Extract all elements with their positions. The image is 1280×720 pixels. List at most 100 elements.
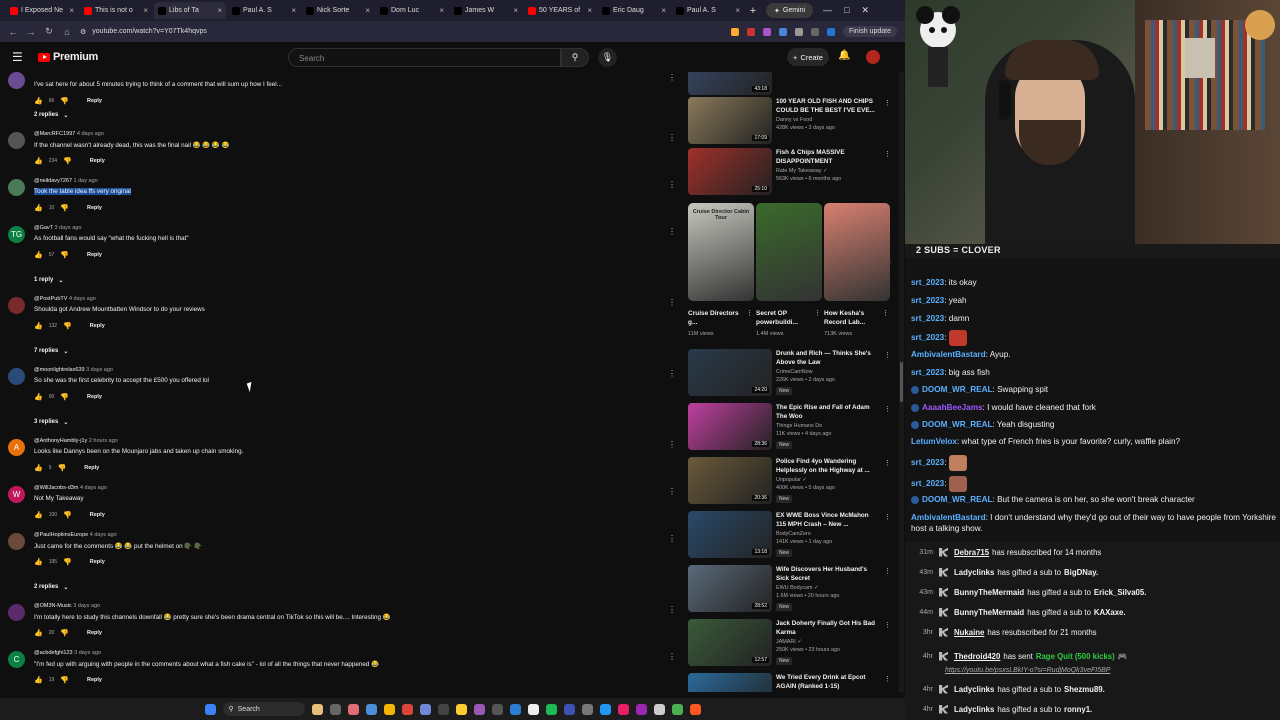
forward-icon[interactable]: → xyxy=(26,27,36,37)
taskbar-app-icon[interactable] xyxy=(311,703,323,715)
close-tab-icon[interactable]: × xyxy=(587,6,592,15)
chat-username[interactable]: AmbivalentBastard xyxy=(911,350,986,359)
comment-author[interactable]: @GavT xyxy=(34,225,53,231)
comment-author[interactable]: @WillJacobs-d3m xyxy=(34,485,78,491)
reply-button[interactable]: Reply xyxy=(90,323,105,329)
dislike-icon[interactable]: 👎 xyxy=(60,629,69,637)
file-explorer-icon[interactable] xyxy=(455,703,467,715)
video-thumbnail[interactable]: 12:57 xyxy=(688,619,772,666)
video-channel[interactable]: CrimeCamNow xyxy=(776,369,813,375)
video-thumbnail[interactable]: 28:52 xyxy=(688,565,772,612)
taskbar-app-icon[interactable] xyxy=(347,703,359,715)
maximize-icon[interactable]: □ xyxy=(844,5,849,16)
event-link[interactable]: https://youtu.be/psxsLBkIY-o?si=RudjMoQk… xyxy=(945,667,1110,674)
chat-username[interactable]: srt_2023 xyxy=(911,296,944,305)
minimize-icon[interactable]: — xyxy=(823,5,832,16)
recommended-video[interactable]: We Tried Every Drink at Epcot AGAIN (Ran… xyxy=(688,673,896,692)
comment-time[interactable]: 3 days ago xyxy=(74,650,101,656)
finish-update-button[interactable]: Finish update xyxy=(842,26,897,37)
chat-username[interactable]: srt_2023 xyxy=(911,368,944,377)
back-icon[interactable]: ← xyxy=(8,27,18,37)
more-options-icon[interactable]: ⋮ xyxy=(668,180,676,189)
comment-time[interactable]: 3 days ago xyxy=(73,603,100,609)
comment-author[interactable]: @AnthonyHambly-j1y xyxy=(34,438,87,444)
extension-icon[interactable] xyxy=(746,27,755,36)
taskbar-app-icon[interactable] xyxy=(509,703,521,715)
event-user[interactable]: BunnyTheMermaid xyxy=(954,608,1024,617)
dislike-icon[interactable]: 👎 xyxy=(60,676,69,684)
video-title[interactable]: Drunk and Rich — Thinks She's Above the … xyxy=(776,349,880,367)
close-tab-icon[interactable]: × xyxy=(661,6,666,15)
event-user[interactable]: Ladyclinks xyxy=(954,568,994,577)
chat-username[interactable]: DOOM_WR_REAL xyxy=(922,495,993,504)
event-user[interactable]: Thedroid420 xyxy=(954,652,1000,661)
recommended-video[interactable]: 28:36 The Epic Rise and Fall of Adam The … xyxy=(688,403,896,455)
recommended-video[interactable]: 12:57 Jack Doherty Finally Got His Bad Ka… xyxy=(688,619,896,671)
close-window-icon[interactable]: ✕ xyxy=(862,5,870,16)
extension-icon[interactable] xyxy=(810,27,819,36)
short-thumbnail[interactable] xyxy=(756,203,822,301)
event-user[interactable]: Debra715 xyxy=(954,548,989,557)
comment-avatar[interactable] xyxy=(8,179,25,196)
reload-icon[interactable]: ↻ xyxy=(44,26,54,37)
comment-author[interactable]: @acbdefghi123 xyxy=(34,650,73,656)
page-scrollbar[interactable] xyxy=(899,72,904,692)
taskbar-app-icon[interactable] xyxy=(437,703,449,715)
reply-button[interactable]: Reply xyxy=(90,512,105,518)
taskbar-app-icon[interactable] xyxy=(617,703,629,715)
short-thumbnail[interactable] xyxy=(824,203,890,301)
more-options-icon[interactable]: ⋮ xyxy=(668,440,676,449)
browser-tab[interactable]: I Exposed Ne × xyxy=(6,2,78,19)
more-options-icon[interactable]: ⋮ xyxy=(884,150,891,158)
video-title[interactable]: Police Find 4yo Wandering Helplessly on … xyxy=(776,457,880,475)
video-thumbnail[interactable]: 20:36 xyxy=(688,457,772,504)
task-view-icon[interactable] xyxy=(329,703,341,715)
more-options-icon[interactable]: ⋮ xyxy=(884,405,891,413)
notifications-bell-icon[interactable]: 🔔 xyxy=(838,50,850,61)
browser-tab[interactable]: Paul A. S × xyxy=(228,2,300,19)
event-user[interactable]: Ladyclinks xyxy=(954,685,994,694)
chat-username[interactable]: srt_2023 xyxy=(911,479,944,488)
more-options-icon[interactable]: ⋮ xyxy=(668,298,676,307)
recommended-video[interactable]: 28:52 Wife Discovers Her Husband's Sick S… xyxy=(688,565,896,617)
comment-avatar[interactable] xyxy=(8,132,25,149)
comment-author[interactable]: @moonlightrelax639 xyxy=(34,367,85,373)
profile-icon[interactable] xyxy=(826,27,835,36)
close-tab-icon[interactable]: × xyxy=(291,6,296,15)
more-options-icon[interactable]: ⋮ xyxy=(884,675,891,683)
dislike-icon[interactable]: 👎 xyxy=(63,157,72,165)
more-options-icon[interactable]: ⋮ xyxy=(668,487,676,496)
comment-avatar[interactable]: W xyxy=(8,486,25,503)
video-thumbnail[interactable] xyxy=(688,673,772,692)
recommended-video[interactable]: 43:1873K views • 2 days agoNew xyxy=(688,72,896,100)
more-options-icon[interactable]: ⋮ xyxy=(668,133,676,142)
chat-username[interactable]: srt_2023 xyxy=(911,314,944,323)
more-options-icon[interactable]: ⋮ xyxy=(884,459,891,467)
extension-icon[interactable] xyxy=(794,27,803,36)
comment-avatar[interactable] xyxy=(8,604,25,621)
comment-author[interactable]: @PostPubTV xyxy=(34,296,67,302)
video-title[interactable]: Fish & Chips MASSIVE DISAPPOINTMENT xyxy=(776,148,880,166)
reply-button[interactable]: Reply xyxy=(87,394,102,400)
video-thumbnail[interactable]: 24:20 xyxy=(688,349,772,396)
chat-username[interactable]: AmbivalentBastard xyxy=(911,513,986,522)
event-recipient[interactable]: ronny1. xyxy=(1064,705,1092,714)
short-title[interactable]: Secret OP powerbuildi... xyxy=(756,309,814,327)
recommended-video[interactable]: 17:09 100 YEAR OLD FISH AND CHIPS COULD B… xyxy=(688,97,896,149)
comment-avatar[interactable] xyxy=(8,533,25,550)
home-icon[interactable]: ⌂ xyxy=(62,27,72,37)
recommended-video[interactable]: 13:18 EX WWE Boss Vince McMahon 115 MPH C… xyxy=(688,511,896,563)
dislike-icon[interactable]: 👎 xyxy=(60,393,69,401)
replies-toggle[interactable]: 2 replies ⌄ xyxy=(34,584,68,591)
taskbar-app-icon[interactable] xyxy=(491,703,503,715)
event-recipient[interactable]: Erick_Silva05. xyxy=(1094,588,1146,597)
reply-button[interactable]: Reply xyxy=(84,465,99,471)
more-options-icon[interactable]: ⋮ xyxy=(668,605,676,614)
replies-toggle[interactable]: 2 replies ⌄ xyxy=(34,112,68,119)
more-options-icon[interactable]: ⋮ xyxy=(884,621,891,629)
more-options-icon[interactable]: ⋮ xyxy=(746,309,753,317)
taskbar-app-icon[interactable] xyxy=(473,703,485,715)
short-thumbnail[interactable]: Cruise Director Cabin Tour xyxy=(688,203,754,301)
short-title[interactable]: Cruise Directors g... xyxy=(688,309,746,327)
spotify-icon[interactable] xyxy=(545,703,557,715)
